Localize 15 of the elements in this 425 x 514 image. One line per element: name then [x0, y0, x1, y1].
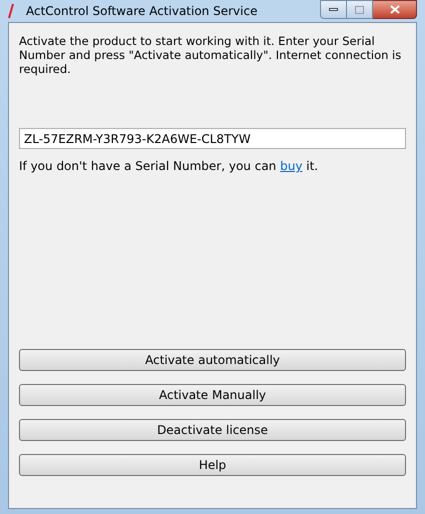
action-button[interactable]: Help — [19, 454, 406, 476]
minimize-button[interactable] — [320, 0, 347, 19]
close-button[interactable] — [373, 0, 417, 19]
action-button[interactable]: Activate Manually — [19, 384, 406, 406]
instructions-text: Activate the product to start working with it. Enter your Serial Number and press "Activate automatically". Internet connection is required. — [19, 34, 402, 76]
serial-number-field[interactable]: ZL-57EZRM-Y3R793-K2A6WE-CL8TYW — [19, 128, 406, 149]
buy-link[interactable]: buy — [280, 159, 302, 173]
app-logo-icon — [8, 3, 14, 19]
action-button[interactable]: Activate automatically — [19, 349, 406, 371]
minimize-icon — [329, 8, 338, 11]
close-icon — [390, 5, 400, 14]
maximize-icon — [355, 6, 364, 14]
purchase-hint-text: If you don't have a Serial Number, you can buy it. — [19, 158, 320, 175]
action-button[interactable]: Deactivate license — [19, 419, 406, 441]
window-title: ActControl Software Activation Service — [26, 3, 258, 20]
